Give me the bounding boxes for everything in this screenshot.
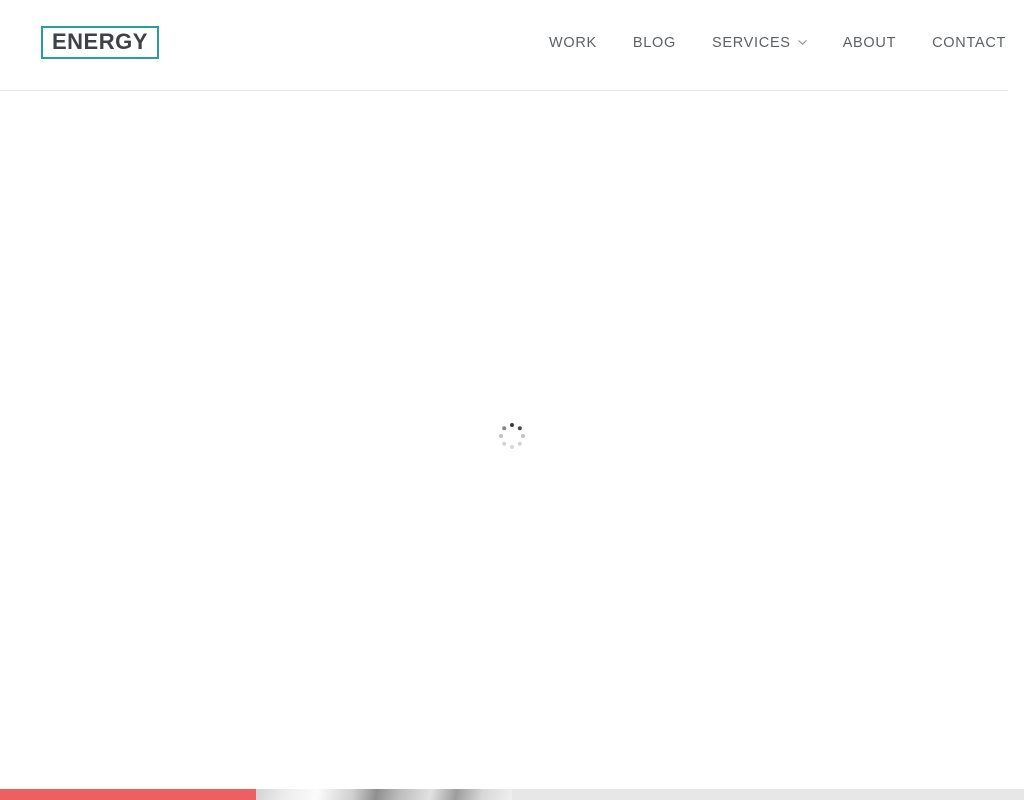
photo-thumbnail[interactable] [256,789,512,800]
spinner-dot [502,425,507,430]
spinner-dot [510,422,514,427]
logo-box[interactable]: ENERGY [41,26,159,59]
nav-label-blog: BLOG [632,35,677,51]
grey-panel [512,789,1024,800]
spinner-dot [517,441,522,446]
logo[interactable]: ENERGY [41,26,159,59]
nav-label-services: SERVICES [712,35,791,51]
nav-item-services[interactable]: SERVICES [712,35,807,51]
chevron-down-icon[interactable] [798,38,807,47]
below-fold-strip [0,789,1024,800]
site-header: ENERGY WORK BLOG SERVICES ABOUT CONTACT [0,0,1024,91]
main-navigation: WORK BLOG SERVICES ABOUT CONTACT [549,35,1006,51]
nav-item-contact[interactable]: CONTACT [932,35,1006,51]
spinner-dot [517,425,522,430]
nav-item-blog[interactable]: BLOG [633,35,676,51]
red-panel[interactable] [0,789,256,800]
loading-overlay [0,91,1024,789]
nav-item-work[interactable]: WORK [549,35,597,51]
spinner-dot [521,433,525,438]
nav-label-about: ABOUT [842,35,897,51]
nav-label-contact: CONTACT [932,35,1007,51]
spinner-icon [498,422,526,450]
spinner-dot [502,441,507,446]
spinner-dot [510,444,514,449]
page-content-area [0,91,1024,789]
nav-label-work: WORK [549,35,597,51]
nav-item-about[interactable]: ABOUT [843,35,896,51]
spinner-dot [499,433,503,438]
logo-text: ENERGY [52,29,148,54]
